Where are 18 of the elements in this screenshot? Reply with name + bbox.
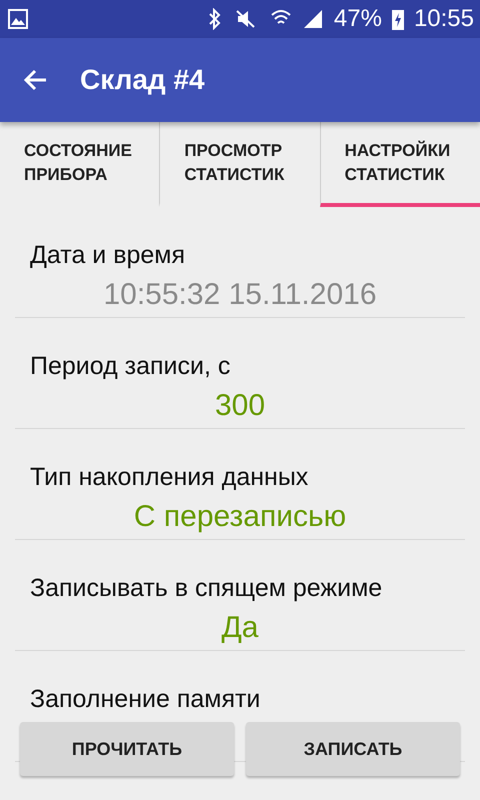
image-icon <box>8 9 28 29</box>
tab[interactable]: ПРОСМОТР СТАТИСТИК <box>159 122 320 207</box>
battery-charging-icon <box>392 8 404 30</box>
tab[interactable]: НАСТРОЙКИ СТАТИСТИК <box>320 122 480 207</box>
setting-label: Дата и время <box>30 241 186 270</box>
setting-label: Тип накопления данных <box>30 463 310 492</box>
action-button[interactable]: ЗАПИСАТЬ <box>246 722 460 776</box>
action-button[interactable]: ПРОЧИТАТЬ <box>20 722 234 776</box>
setting-label: Период записи, с <box>30 352 232 381</box>
setting-value: 10:55:32 15.11.2016 <box>103 278 377 312</box>
screen-title: Склад #4 <box>80 64 205 96</box>
bluetooth-icon <box>208 8 222 30</box>
signal-icon <box>302 8 324 30</box>
clock-time: 10:55 <box>414 5 474 33</box>
setting-label: Записывать в спящем режиме <box>30 574 384 603</box>
tab[interactable]: СОСТОЯНИЕ ПРИБОРА <box>0 122 160 207</box>
battery-percent: 47% <box>334 5 382 33</box>
setting-label: Заполнение памяти <box>30 685 262 714</box>
